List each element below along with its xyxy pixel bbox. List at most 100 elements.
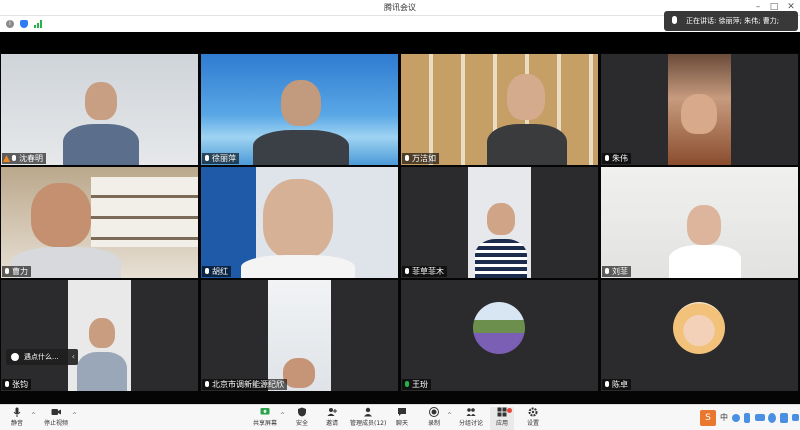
apps-label: 应用 — [495, 420, 508, 427]
invite-label: 邀请 — [325, 420, 338, 427]
mic-icon — [605, 268, 609, 274]
invite-button[interactable]: 邀请 — [322, 407, 342, 430]
video-grid: 沈春明 徐丽萍 万洁如 朱伟 曹力 胡红 菲草菲木 刘菲 张钧 北京市调新能源纪… — [0, 32, 800, 404]
mic-icon — [205, 268, 209, 274]
info-icon[interactable]: i — [6, 20, 14, 28]
reaction-toast[interactable]: 遇点什么... ‹ — [6, 349, 78, 365]
shirt-icon[interactable] — [780, 413, 788, 423]
grid-icon[interactable] — [792, 414, 799, 421]
participant-name: 万洁如 — [412, 154, 436, 163]
ime-icon[interactable]: S — [700, 410, 716, 426]
mute-button[interactable]: 静音 — [6, 407, 28, 430]
record-button[interactable]: 录制 — [424, 407, 444, 430]
participant-body — [669, 245, 741, 278]
participant-nametag: 徐丽萍 — [202, 153, 239, 164]
share-screen-label: 共享屏幕 — [252, 420, 277, 427]
participant-nametag: 北京市调新能源纪欣 — [202, 379, 287, 390]
mic-icon — [405, 381, 409, 387]
manage-members-label: 管理成员(12) — [350, 420, 387, 427]
meeting-window: 腾讯会议 – □ ✕ i 正在讲话: 徐丽萍; 朱伟; 曹力; 沈春明 徐丽萍 … — [0, 0, 800, 430]
chevron-up-icon[interactable]: ^ — [72, 412, 77, 419]
punctuation-icon[interactable] — [732, 414, 740, 422]
video-tile[interactable]: 沈春明 — [1, 54, 198, 165]
chat-label: 聊天 — [395, 420, 408, 427]
toast-text: 遇点什么... — [24, 353, 59, 361]
mic-icon — [605, 155, 609, 161]
chat-icon — [398, 408, 406, 416]
participant-nametag: 菲草菲木 — [402, 266, 447, 277]
record-icon — [429, 407, 439, 417]
mute-label: 静音 — [10, 420, 23, 427]
participant-head — [263, 179, 333, 259]
participant-head — [281, 80, 321, 126]
mic-icon — [672, 16, 677, 24]
video-tile[interactable]: 北京市调新能源纪欣 — [201, 280, 398, 391]
ime-language[interactable]: 中 — [720, 412, 730, 422]
participant-body — [487, 124, 567, 165]
chevron-up-icon[interactable]: ^ — [31, 412, 36, 419]
participant-body — [241, 255, 355, 278]
participant-name: 胡红 — [212, 267, 228, 276]
microphone-tray-icon[interactable] — [744, 413, 750, 423]
mic-icon — [205, 155, 209, 161]
settings-button[interactable]: 设置 — [522, 407, 544, 430]
video-tile[interactable]: 王玢 — [401, 280, 598, 391]
user-icon[interactable] — [768, 413, 776, 423]
video-tile[interactable]: 万洁如 — [401, 54, 598, 165]
shield-icon[interactable] — [20, 20, 28, 28]
mic-icon — [12, 155, 16, 161]
participant-nametag: 万洁如 — [402, 153, 439, 164]
breakout-label: 分组讨论 — [458, 420, 483, 427]
chevron-up-icon[interactable]: ^ — [447, 412, 452, 419]
participant-nametag: 朱伟 — [602, 153, 631, 164]
video-tile[interactable]: 胡红 — [201, 167, 398, 278]
participant-name: 徐丽萍 — [212, 154, 236, 163]
video-tile[interactable]: 徐丽萍 — [201, 54, 398, 165]
video-tile[interactable]: 刘菲 — [601, 167, 798, 278]
members-icon — [364, 407, 372, 417]
participant-name: 曹力 — [12, 267, 28, 276]
participant-name: 北京市调新能源纪欣 — [212, 380, 284, 389]
gear-icon — [528, 407, 538, 417]
chevron-up-icon[interactable]: ^ — [280, 412, 285, 419]
participant-nametag: 曹力 — [2, 266, 31, 277]
participant-name: 沈春明 — [19, 154, 43, 163]
video-tile[interactable]: 陈卓 — [601, 280, 798, 391]
participant-nametag: 陈卓 — [602, 379, 631, 390]
manage-members-button[interactable]: 管理成员(12) — [350, 407, 386, 430]
security-button[interactable]: 安全 — [292, 407, 312, 430]
video-tile[interactable]: 曹力 — [1, 167, 198, 278]
invite-icon — [327, 408, 337, 416]
video-tile[interactable]: 张钧 — [1, 280, 198, 391]
breakout-rooms-button[interactable]: 分组讨论 — [456, 407, 486, 430]
share-screen-button[interactable]: 共享屏幕 — [252, 407, 278, 430]
participant-name: 陈卓 — [612, 380, 628, 389]
participant-head — [681, 94, 717, 134]
participant-head — [31, 183, 91, 247]
record-label: 录制 — [427, 420, 440, 427]
participant-head — [283, 358, 315, 388]
notification-badge — [507, 408, 512, 413]
breakout-icon — [466, 408, 476, 416]
meeting-toolbar: 静音 ^ 停止视频 ^ 共享屏幕 ^ 安全 邀请 管理成员(12) 聊天 录制 … — [0, 404, 800, 430]
participant-name: 张钧 — [12, 380, 28, 389]
security-label: 安全 — [295, 420, 308, 427]
participant-name: 王玢 — [412, 380, 428, 389]
video-tile[interactable]: 菲草菲木 — [401, 167, 598, 278]
video-tile[interactable]: 朱伟 — [601, 54, 798, 165]
participant-body — [253, 130, 349, 165]
keyboard-icon[interactable] — [755, 414, 765, 421]
participant-avatar — [473, 302, 525, 354]
mic-icon — [605, 381, 609, 387]
chat-button[interactable]: 聊天 — [392, 407, 412, 430]
participant-nametag: 张钧 — [2, 379, 31, 390]
grid-top-strip — [0, 32, 800, 53]
chevron-left-icon[interactable]: ‹ — [72, 349, 75, 365]
stop-video-button[interactable]: 停止视频 — [42, 407, 70, 430]
network-signal-icon[interactable] — [34, 20, 42, 28]
apps-button[interactable]: 应用 — [490, 407, 514, 430]
bookshelf — [91, 177, 198, 247]
settings-label: 设置 — [526, 420, 539, 427]
participant-name: 菲草菲木 — [412, 267, 444, 276]
apps-icon — [497, 407, 507, 417]
